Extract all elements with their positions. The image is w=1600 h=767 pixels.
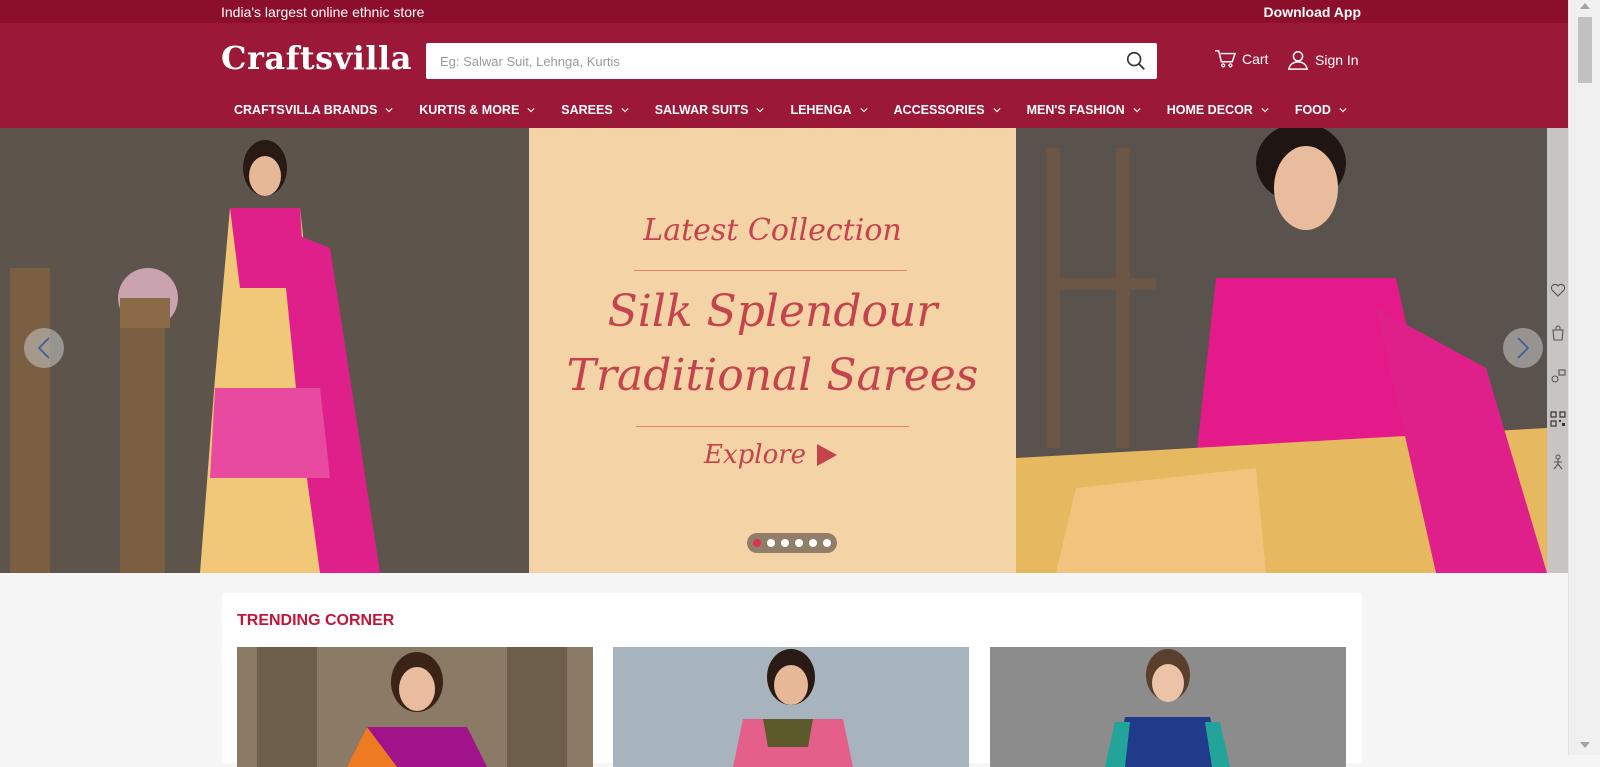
chevron-down-icon	[1133, 108, 1141, 113]
search-icon[interactable]	[1125, 50, 1147, 72]
product-image	[990, 647, 1346, 767]
section-title: TRENDING CORNER	[237, 612, 395, 629]
shopping-bag-icon[interactable]	[1550, 325, 1566, 341]
hero-line-2: Traditional Sarees	[566, 350, 979, 401]
hero-image-left	[0, 128, 529, 573]
hero-carousel[interactable]: Latest Collection Silk Splendour Traditi…	[0, 128, 1568, 573]
explore-button[interactable]: Explore	[704, 440, 838, 470]
nav-label: HOME DECOR	[1166, 103, 1253, 117]
trending-corner-section: TRENDING CORNER	[222, 593, 1362, 767]
nav-label: LEHENGA	[790, 103, 852, 117]
trending-card[interactable]	[613, 647, 969, 767]
scrollbar-thumb[interactable]	[1578, 17, 1592, 83]
carousel-dot[interactable]	[753, 539, 761, 547]
top-strip: India's largest online ethnic store Down…	[0, 0, 1568, 23]
carousel-next-button[interactable]	[1503, 328, 1543, 368]
carousel-dot[interactable]	[795, 539, 803, 547]
chevron-down-icon	[756, 108, 765, 113]
nav-item-food[interactable]: FOOD	[1282, 100, 1360, 120]
cart-label: Cart	[1242, 51, 1269, 67]
header: Craftsvilla Cart Sign In CRAFTSVILLA BRA…	[0, 23, 1568, 128]
nav-item-lehenga[interactable]: LEHENGA	[777, 100, 880, 120]
trending-card[interactable]	[237, 647, 593, 767]
nav-label: ACCESSORIES	[893, 103, 985, 117]
hero-heading: Latest Collection	[643, 213, 902, 248]
chevron-down-icon	[993, 108, 1001, 113]
scroll-up-arrow[interactable]	[1580, 3, 1590, 9]
chevron-down-icon	[1339, 108, 1347, 113]
chevron-down-icon	[621, 108, 629, 113]
arrow-right-icon	[1517, 337, 1530, 359]
carousel-dot[interactable]	[823, 539, 831, 547]
compare-icon[interactable]	[1550, 368, 1566, 384]
nav-item-accessories[interactable]: ACCESSORIES	[881, 100, 1014, 120]
floating-sidebar	[1547, 128, 1568, 573]
main-nav: CRAFTSVILLA BRANDS KURTIS & MORE SAREES …	[221, 100, 1360, 128]
download-app-link[interactable]: Download App	[1264, 4, 1361, 20]
chevron-down-icon	[860, 108, 868, 113]
arrow-left-icon	[37, 337, 50, 359]
heart-icon[interactable]	[1550, 282, 1566, 298]
chevron-down-icon	[527, 108, 535, 113]
nav-item-mens-fashion[interactable]: MEN'S FASHION	[1014, 100, 1154, 120]
scroll-down-arrow[interactable]	[1580, 742, 1590, 748]
saree-model-illustration	[0, 128, 529, 573]
chevron-down-icon	[385, 108, 393, 113]
user-icon	[1287, 51, 1309, 70]
nav-label: SAREES	[561, 103, 613, 117]
carousel-dot[interactable]	[809, 539, 817, 547]
logo[interactable]: Craftsvilla	[221, 39, 412, 77]
cart-icon	[1215, 50, 1236, 68]
page-scrollbar[interactable]	[1568, 0, 1600, 755]
carousel-dot[interactable]	[781, 539, 789, 547]
product-image	[613, 647, 969, 767]
cart-button[interactable]: Cart	[1214, 49, 1268, 69]
model-seated-illustration	[1016, 128, 1547, 573]
sign-in-button[interactable]: Sign In	[1287, 49, 1359, 71]
trending-card[interactable]	[990, 647, 1346, 767]
search-box	[426, 43, 1157, 79]
carousel-dot[interactable]	[767, 539, 775, 547]
nav-label: KURTIS & MORE	[419, 103, 520, 117]
nav-item-sarees[interactable]: SAREES	[548, 100, 641, 120]
nav-item-craftsvilla-brands[interactable]: CRAFTSVILLA BRANDS	[221, 100, 406, 120]
nav-label: CRAFTSVILLA BRANDS	[234, 103, 378, 117]
explore-label: Explore	[704, 440, 807, 470]
hero-text-panel: Latest Collection Silk Splendour Traditi…	[529, 128, 1016, 573]
hero-line-1: Silk Splendour	[607, 286, 938, 337]
nav-label: SALWAR SUITS	[654, 103, 749, 117]
qr-code-icon[interactable]	[1550, 411, 1566, 427]
tagline: India's largest online ethnic store	[221, 4, 425, 20]
product-image	[237, 647, 593, 767]
tailor-icon[interactable]	[1550, 454, 1566, 470]
sign-in-label: Sign In	[1315, 52, 1359, 68]
chevron-down-icon	[1261, 108, 1269, 113]
hero-image-right	[1016, 128, 1547, 573]
divider	[634, 270, 907, 271]
carousel-dots	[747, 533, 837, 553]
carousel-prev-button[interactable]	[24, 328, 64, 368]
divider	[636, 426, 909, 427]
nav-item-home-decor[interactable]: HOME DECOR	[1154, 100, 1282, 120]
play-icon	[817, 444, 838, 466]
nav-item-salwar-suits[interactable]: SALWAR SUITS	[642, 100, 778, 120]
nav-item-kurtis-more[interactable]: KURTIS & MORE	[406, 100, 548, 120]
search-input[interactable]	[426, 43, 1106, 79]
nav-label: FOOD	[1294, 103, 1331, 117]
nav-label: MEN'S FASHION	[1026, 103, 1125, 117]
